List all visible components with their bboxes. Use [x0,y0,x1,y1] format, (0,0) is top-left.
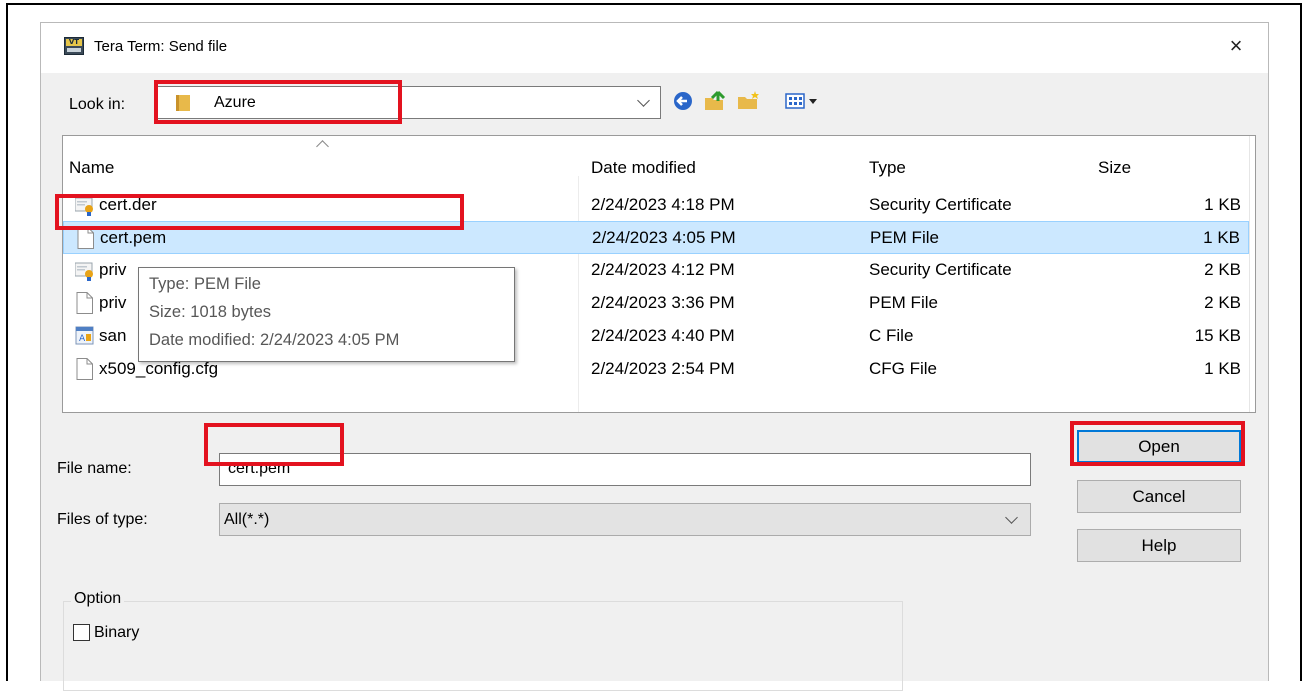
file-date: 2/24/2023 3:36 PM [591,293,735,312]
column-header-name[interactable]: Name [69,158,114,178]
chevron-down-icon[interactable] [637,94,650,107]
open-button[interactable]: Open [1077,430,1241,463]
file-type: PEM File [869,293,938,312]
column-header-date[interactable]: Date modified [591,158,696,178]
folder-icon [176,95,190,111]
file-date: 2/24/2023 4:18 PM [591,195,735,214]
tooltip-type: Type: PEM File [149,275,261,293]
file-date: 2/24/2023 4:40 PM [591,326,735,345]
sort-ascending-icon [316,140,329,153]
column-header-type[interactable]: Type [869,158,906,178]
file-icon [76,227,96,249]
new-folder-icon[interactable] [735,88,763,114]
close-icon[interactable]: × [1218,31,1254,61]
files-of-type-value: All(*.*) [224,511,270,528]
help-button[interactable]: Help [1077,529,1241,562]
file-name: priv [99,293,127,312]
list-edge [1249,136,1250,412]
file-type: PEM File [870,228,939,247]
column-header-size[interactable]: Size [1098,158,1131,178]
look-in-value: Azure [214,94,256,111]
file-type: Security Certificate [869,195,1012,214]
file-size: 2 KB [1204,293,1241,312]
file-name: cert.pem [100,228,167,247]
tera-term-app-icon: VT [64,37,84,55]
file-name-label: File name: [57,460,132,477]
files-of-type-combobox[interactable]: All(*.*) [219,503,1031,536]
file-size: 2 KB [1204,260,1241,279]
view-menu-icon[interactable] [783,88,823,114]
svg-text:A: A [79,334,86,344]
file-type: CFG File [869,359,937,378]
table-row-selected[interactable]: cert.pem 2/24/2023 4:05 PM PEM File 1 KB [63,221,1249,254]
file-date: 2/24/2023 4:05 PM [592,228,736,247]
tooltip-date: Date modified: 2/24/2023 4:05 PM [149,331,400,349]
file-name: cert.der [99,195,157,214]
option-group [63,601,903,691]
send-file-dialog: VT Tera Term: Send file × Look in: Azure… [40,22,1269,691]
cancel-button[interactable]: Cancel [1077,480,1241,513]
certificate-icon [74,194,95,216]
file-size: 15 KB [1194,326,1241,345]
file-type: Security Certificate [869,260,1012,279]
file-info-tooltip: Type: PEM File Size: 1018 bytes Date mod… [138,267,515,362]
binary-checkbox-label[interactable]: Binary [94,624,139,642]
file-name: san [99,326,127,345]
file-name-value: cert.pem [228,460,291,477]
back-icon[interactable] [669,88,697,114]
file-icon [75,358,95,380]
file-name: x509_config.cfg [99,359,219,378]
file-size: 1 KB [1204,195,1241,214]
look-in-combobox[interactable]: Azure [155,86,661,119]
title-bar: VT Tera Term: Send file × [41,23,1268,73]
chevron-down-icon[interactable] [1005,511,1018,524]
file-type: C File [869,326,914,345]
file-date: 2/24/2023 2:54 PM [591,359,735,378]
files-of-type-label: Files of type: [57,511,148,528]
file-name: priv [99,260,127,279]
file-date: 2/24/2023 4:12 PM [591,260,735,279]
look-in-label: Look in: [69,96,126,113]
window-title: Tera Term: Send file [94,38,228,55]
file-size: 1 KB [1203,228,1240,247]
table-row[interactable]: cert.der 2/24/2023 4:18 PM Security Cert… [63,189,1249,222]
binary-checkbox[interactable] [73,624,90,641]
certificate-icon [74,259,95,281]
up-folder-icon[interactable] [701,88,729,114]
file-icon [75,292,95,314]
file-name-input[interactable]: cert.pem [219,453,1031,486]
file-size: 1 KB [1204,359,1241,378]
tooltip-size: Size: 1018 bytes [149,303,271,321]
c-source-icon: A [75,325,95,347]
option-group-title: Option [71,590,125,608]
